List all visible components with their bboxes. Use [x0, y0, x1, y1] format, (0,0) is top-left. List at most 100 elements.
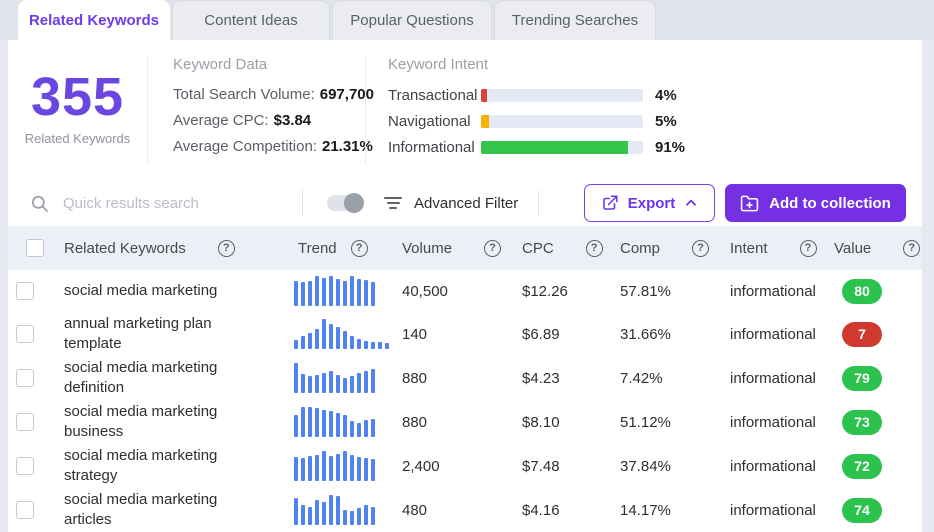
intent-bar-track	[481, 140, 643, 154]
intent-cell: informational	[730, 282, 816, 300]
volume-cell: 880	[402, 413, 428, 431]
keyword-cell[interactable]: social media marketing business	[56, 400, 290, 444]
row-checkbox[interactable]	[16, 457, 34, 475]
value-cell: 80	[826, 278, 922, 304]
folder-plus-icon	[740, 195, 759, 211]
stat-label: Total Search Volume:	[173, 86, 315, 103]
trend-bar	[364, 420, 368, 437]
intent-percent: 91%	[655, 138, 686, 156]
help-icon[interactable]: ?	[585, 239, 603, 257]
trend-sparkline	[294, 276, 394, 306]
trend-bar	[343, 415, 347, 437]
trend-bar	[343, 378, 347, 393]
keyword-cell[interactable]: social media marketing strategy	[56, 444, 290, 488]
comp-cell: 31.66%	[620, 325, 671, 343]
header-related-keywords: Related Keywords?	[56, 239, 290, 257]
trend-bar	[371, 459, 375, 481]
help-icon[interactable]: ?	[692, 239, 710, 257]
row-checkbox[interactable]	[16, 413, 34, 431]
stat-value: $3.84	[273, 112, 312, 129]
tab-popular-questions[interactable]: Popular Questions	[332, 0, 492, 40]
stat-label: Average CPC:	[173, 112, 269, 129]
value-cell: 72	[826, 453, 922, 479]
comp-cell: 57.81%	[620, 282, 671, 300]
tab-trending-searches[interactable]: Trending Searches	[494, 0, 656, 40]
comp-cell: 37.84%	[620, 457, 671, 475]
row-checkbox[interactable]	[16, 282, 34, 300]
intent-cell: informational	[730, 457, 816, 475]
trend-bar	[357, 279, 361, 306]
row-checkbox[interactable]	[16, 501, 34, 519]
row-checkbox[interactable]	[16, 369, 34, 387]
cpc-cell: $4.16	[522, 501, 560, 519]
trend-bar	[336, 327, 340, 349]
trend-bar	[371, 419, 375, 437]
trend-sparkline	[294, 363, 394, 393]
trend-bar	[364, 341, 368, 349]
trend-cell	[290, 319, 394, 349]
comp-cell: 14.17%	[620, 501, 671, 519]
trend-sparkline	[294, 451, 394, 481]
trend-bar	[315, 329, 319, 349]
select-all-checkbox[interactable]	[26, 239, 44, 257]
help-icon[interactable]: ?	[217, 239, 235, 257]
row-checkbox[interactable]	[16, 325, 34, 343]
comp-cell: 7.42%	[620, 369, 663, 387]
trend-cell	[290, 276, 394, 306]
header-label: Value	[834, 239, 872, 257]
advanced-filter-label: Advanced Filter	[414, 194, 519, 212]
keyword-cell[interactable]: social media marketing articles	[56, 488, 290, 532]
trend-bar	[301, 282, 305, 306]
trend-bar	[364, 505, 368, 525]
quick-search	[30, 194, 302, 213]
volume-cell: 480	[402, 501, 428, 519]
trend-bar	[294, 457, 298, 481]
cpc-cell: $12.26	[522, 282, 568, 300]
search-icon	[31, 195, 48, 212]
header-label: Comp	[620, 239, 661, 257]
trend-sparkline	[294, 495, 394, 525]
table-body: social media marketing 40,500 $12.26 57.81%…	[8, 270, 922, 532]
search-input[interactable]	[63, 194, 302, 212]
trend-bar	[322, 373, 326, 393]
advanced-filter-toggle[interactable]	[327, 193, 364, 213]
help-icon[interactable]: ?	[350, 239, 368, 257]
keyword-cell[interactable]: annual marketing plan template	[56, 312, 290, 356]
header-value: Value?	[826, 239, 922, 257]
value-badge: 72	[842, 453, 882, 479]
keyword-cell[interactable]: social media marketing	[56, 279, 290, 303]
tab-content-ideas[interactable]: Content Ideas	[172, 0, 330, 40]
trend-bar	[371, 369, 375, 393]
trend-bar	[322, 319, 326, 349]
filter-lines-icon[interactable]	[384, 197, 402, 209]
trend-bar	[315, 455, 319, 481]
export-button[interactable]: Export	[584, 184, 715, 222]
divider	[538, 190, 540, 216]
tab-label: Popular Questions	[350, 12, 474, 29]
toggle-knob	[344, 193, 364, 213]
trend-bar	[350, 455, 354, 481]
tab-related-keywords[interactable]: Related Keywords	[18, 0, 170, 40]
trend-bar	[308, 333, 312, 349]
trend-bar	[336, 454, 340, 481]
help-icon[interactable]: ?	[799, 239, 817, 257]
help-icon[interactable]: ?	[903, 239, 921, 257]
add-to-collection-button[interactable]: Add to collection	[725, 184, 906, 222]
intent-cell: informational	[730, 501, 816, 519]
trend-bar	[336, 279, 340, 306]
trend-bar	[350, 421, 354, 437]
table-row: annual marketing plan template 140 $6.89 31…	[8, 312, 922, 356]
select-all-cell	[8, 239, 56, 257]
trend-sparkline	[294, 319, 394, 349]
value-badge: 7	[842, 321, 882, 347]
keyword-cell[interactable]: social media marketing definition	[56, 356, 290, 400]
trend-bar	[350, 511, 354, 525]
intent-percent: 5%	[655, 112, 677, 130]
header-comp: Comp?	[612, 239, 722, 257]
total-search-volume: Total Search Volume: 697,700	[173, 82, 374, 108]
help-icon[interactable]: ?	[484, 239, 502, 257]
trend-bar	[343, 510, 347, 525]
average-competition: Average Competition: 21.31%	[173, 134, 373, 160]
intent-cell: informational	[730, 413, 816, 431]
header-label: Volume	[402, 239, 453, 257]
